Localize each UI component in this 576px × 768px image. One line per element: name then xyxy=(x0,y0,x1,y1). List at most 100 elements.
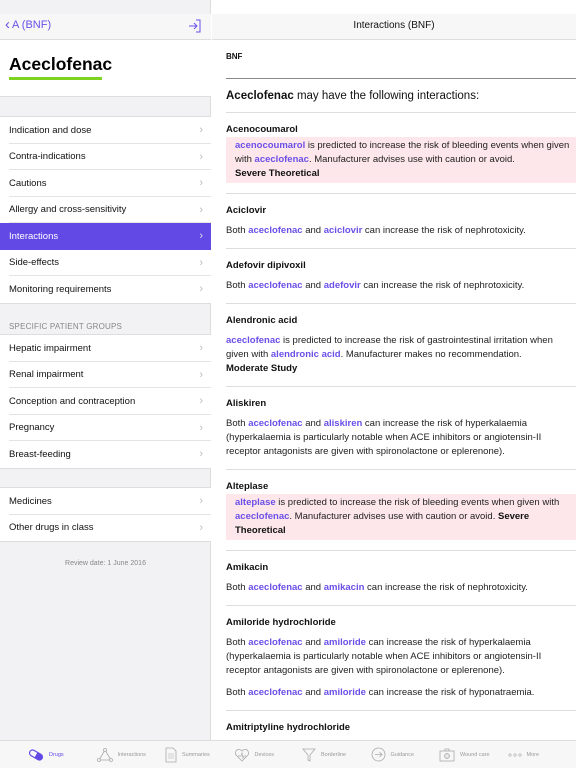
drug-link[interactable]: amikacin xyxy=(324,582,365,593)
interaction-message: Both aceclofenac and adefovir can increa… xyxy=(226,279,576,293)
triangle-nodes-icon xyxy=(96,747,113,762)
interaction-message: Both aceclofenac and amikacin can increa… xyxy=(226,581,576,595)
row-label: Medicines xyxy=(9,495,52,507)
related-item-other-drugs-in-class[interactable]: Other drugs in class › xyxy=(0,515,211,542)
patient-group-pregnancy[interactable]: Pregnancy › xyxy=(0,415,211,442)
chevron-right-icon: › xyxy=(199,203,203,216)
drug-link[interactable]: acenocoumarol xyxy=(235,140,305,151)
sidebar-item-allergy-and-cross-sensitivity[interactable]: Allergy and cross-sensitivity › xyxy=(0,197,211,224)
detail-pane: Interactions (BNF) BNF Aceclofenac may h… xyxy=(212,0,576,740)
sidebar-item-monitoring-requirements[interactable]: Monitoring requirements › xyxy=(0,276,211,303)
drug-link[interactable]: alendronic acid xyxy=(271,349,341,360)
chevron-right-icon: › xyxy=(199,448,203,461)
master-pane: ‹ A (BNF) Aceclofenac Indication and dos… xyxy=(0,0,211,740)
monograph-section-list: Indication and dose › Contra-indications › C… xyxy=(0,116,211,304)
drug-link[interactable]: aceclofenac xyxy=(248,687,302,698)
row-label: Pregnancy xyxy=(9,422,55,434)
related-item-medicines[interactable]: Medicines › xyxy=(0,488,211,515)
patient-group-renal-impairment[interactable]: Renal impairment › xyxy=(0,362,211,389)
tab-label: Guidance xyxy=(390,751,415,758)
drug-link[interactable]: aceclofenac xyxy=(235,511,289,522)
row-label: Allergy and cross-sensitivity xyxy=(9,204,127,216)
tab-borderline[interactable]: Borderline xyxy=(302,748,371,762)
message-text: and xyxy=(302,280,324,291)
tab-devices[interactable]: Devices xyxy=(234,748,303,762)
drug-link[interactable]: amiloride xyxy=(324,637,366,648)
severity-label: Severe Theoretical xyxy=(235,168,320,179)
drug-link[interactable]: aciclovir xyxy=(324,225,363,236)
interaction-drug-name: Alendronic acid xyxy=(226,315,298,326)
sidebar-item-side-effects[interactable]: Side-effects › xyxy=(0,250,211,277)
sidebar-item-cautions[interactable]: Cautions › xyxy=(0,170,211,197)
drug-link[interactable]: aceclofenac xyxy=(248,637,302,648)
tab-label: Borderline xyxy=(321,751,347,758)
chevron-right-icon: › xyxy=(199,283,203,296)
chevron-right-icon: › xyxy=(199,395,203,408)
interaction-message: Both aceclofenac and amiloride can incre… xyxy=(226,636,576,678)
funnel-icon xyxy=(302,748,316,762)
drug-title: Aceclofenac xyxy=(9,54,113,74)
drug-link[interactable]: aceclofenac xyxy=(248,418,302,429)
severe-interaction-message: alteplase is predicted to increase the r… xyxy=(226,494,576,540)
message-text: Both xyxy=(226,280,249,291)
interaction-entry: Adefovir dipivoxil Both aceclofenac and a… xyxy=(226,248,576,303)
message-text: can increase the risk of hyponatraemia. xyxy=(365,687,535,698)
message-text: and xyxy=(302,687,324,698)
tab-interactions[interactable]: Interactions xyxy=(96,747,166,762)
row-label: Renal impairment xyxy=(9,369,84,381)
heart-pulse-icon xyxy=(234,748,250,762)
interaction-entry: Aciclovir Both aceclofenac and aciclovir … xyxy=(226,193,576,248)
interaction-entry: Aliskiren Both aceclofenac and aliskiren … xyxy=(226,386,576,469)
drug-link[interactable]: aliskiren xyxy=(324,418,363,429)
interaction-drug-name: Alteplase xyxy=(226,481,269,492)
interaction-drug-name: Aliskiren xyxy=(226,398,267,409)
interaction-drug-name: Acenocoumarol xyxy=(226,124,298,135)
tab-drugs[interactable]: Drugs xyxy=(28,748,97,761)
chevron-right-icon: › xyxy=(199,124,203,137)
tab-label: More xyxy=(526,751,540,758)
patient-groups-list: Hepatic impairment › Renal impairment › Conc… xyxy=(0,334,211,469)
drug-link[interactable]: aceclofenac xyxy=(255,154,309,165)
drug-link[interactable]: alteplase xyxy=(235,497,276,508)
row-label: Breast-feeding xyxy=(9,448,71,460)
drug-link[interactable]: aceclofenac xyxy=(248,225,302,236)
back-button[interactable]: ‹ A (BNF) xyxy=(5,17,51,32)
chevron-right-icon: › xyxy=(199,256,203,269)
interaction-entry: Amitriptyline hydrochloride xyxy=(226,710,576,740)
drug-link[interactable]: amiloride xyxy=(324,687,366,698)
message-text: can increase the risk of nephrotoxicity. xyxy=(364,582,528,593)
tab-label: Devices xyxy=(254,751,275,758)
sidebar-item-interactions[interactable]: Interactions › xyxy=(0,223,211,250)
sidebar-item-contra-indications[interactable]: Contra-indications › xyxy=(0,144,211,171)
patient-group-hepatic-impairment[interactable]: Hepatic impairment › xyxy=(0,335,211,362)
interaction-entry: Acenocoumarol acenocoumarol is predicted … xyxy=(226,112,576,193)
chevron-right-icon: › xyxy=(199,495,203,508)
tab-label: Drugs xyxy=(49,751,64,758)
tab-label: Interactions xyxy=(117,751,146,758)
message-text: Both xyxy=(226,637,249,648)
related-list: Medicines › Other drugs in class › xyxy=(0,487,211,542)
chevron-right-icon: › xyxy=(199,342,203,355)
drug-link[interactable]: aceclofenac xyxy=(248,280,302,291)
row-label: Contra-indications xyxy=(9,151,86,163)
tab-wound-care[interactable]: Wound care xyxy=(439,748,508,762)
left-navbar: ‹ A (BNF) xyxy=(0,14,211,40)
sidebar-item-indication-and-dose[interactable]: Indication and dose › xyxy=(0,117,211,144)
chevron-right-icon: › xyxy=(199,177,203,190)
interaction-message: Both aceclofenac and amiloride can incre… xyxy=(226,686,576,700)
drug-link[interactable]: aceclofenac xyxy=(226,335,280,346)
interactions-intro: Aceclofenac may have the following inter… xyxy=(226,90,479,102)
tab-guidance[interactable]: Guidance xyxy=(371,747,440,762)
tab-summaries[interactable]: Summaries xyxy=(165,747,234,763)
tab-more[interactable]: More xyxy=(507,751,576,758)
patient-group-breast-feeding[interactable]: Breast-feeding › xyxy=(0,441,211,468)
collapse-pane-icon[interactable] xyxy=(188,19,202,33)
drug-link[interactable]: adefovir xyxy=(324,280,361,291)
message-text: and xyxy=(302,582,324,593)
drug-link[interactable]: aceclofenac xyxy=(248,582,302,593)
tab-label: Summaries xyxy=(182,751,210,758)
row-label: Indication and dose xyxy=(9,124,92,136)
patient-group-conception-and-contraception[interactable]: Conception and contraception › xyxy=(0,388,211,415)
first-aid-kit-icon xyxy=(439,748,455,762)
message-text: Both xyxy=(226,582,249,593)
